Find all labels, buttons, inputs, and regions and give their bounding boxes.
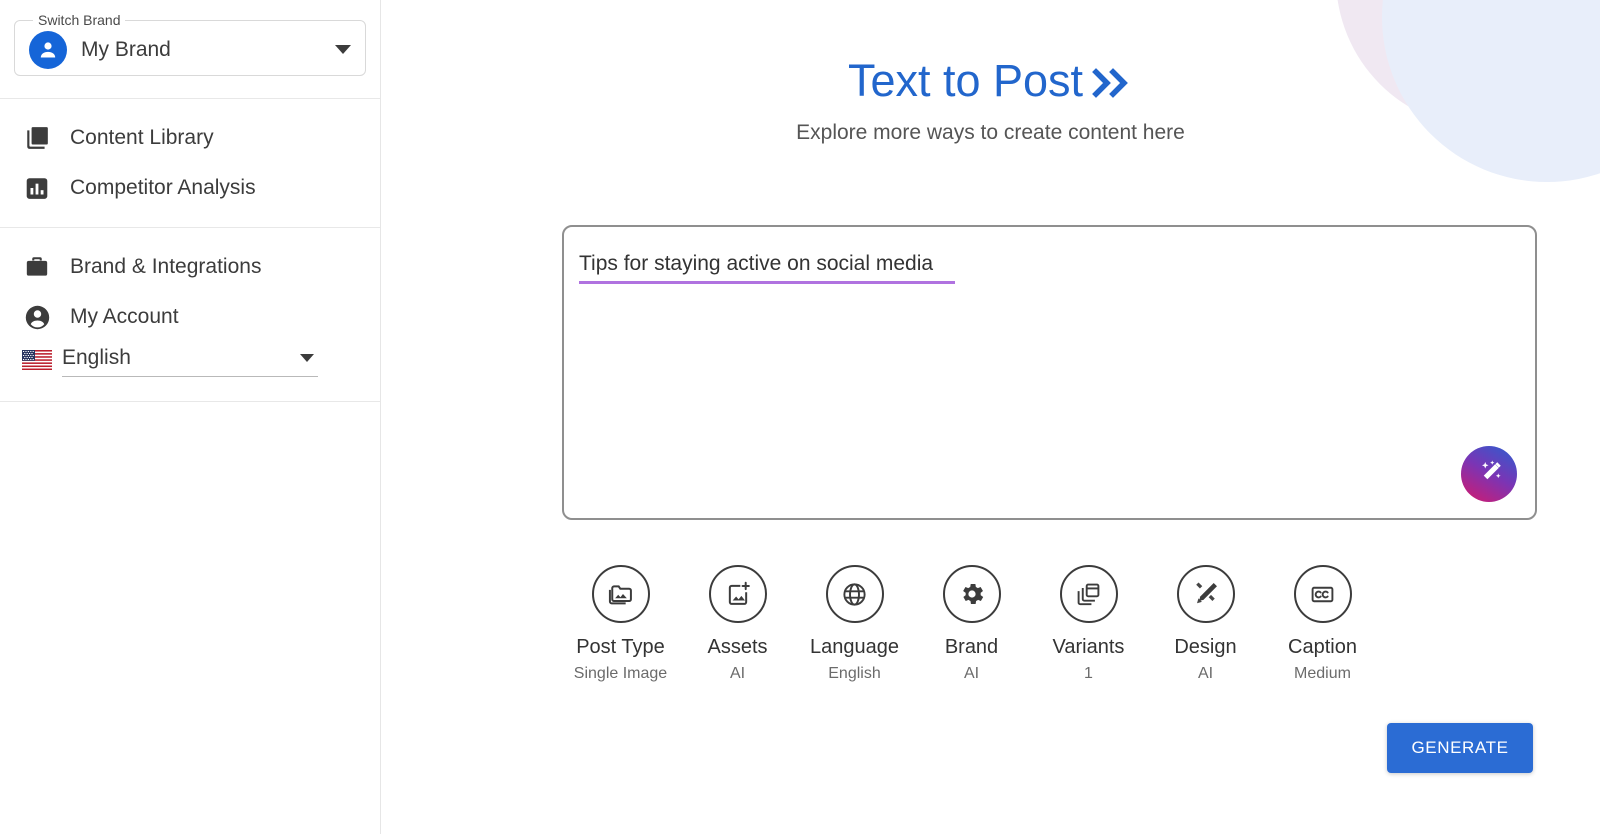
person-icon <box>29 30 67 69</box>
chevron-down-icon[interactable] <box>300 354 314 362</box>
option-value: AI <box>729 665 746 682</box>
brand-switcher-legend: Switch Brand <box>38 12 121 28</box>
add-image-icon[interactable] <box>708 565 767 623</box>
page-title-text: Text to Post <box>847 55 1084 106</box>
page-subtitle: Explore more ways to create content here <box>796 121 1185 144</box>
sidebar-item-competitor-analysis[interactable]: Competitor Analysis <box>0 163 380 213</box>
sidebar-item-label: Competitor Analysis <box>70 176 256 199</box>
option-label: Brand <box>944 636 999 658</box>
account-circle-icon <box>22 302 52 332</box>
generate-button[interactable]: GENERATE <box>1387 723 1533 773</box>
sidebar-divider <box>0 401 380 402</box>
option-value: AI <box>963 665 980 682</box>
language-selector[interactable]: English <box>0 342 380 377</box>
closed-caption-icon[interactable] <box>1293 565 1352 623</box>
sidebar: Switch Brand My Brand Content Library Co… <box>0 0 381 834</box>
option-value: 1 <box>1084 665 1093 682</box>
option-value: Medium <box>1294 665 1351 682</box>
magic-wand-icon <box>1482 460 1501 480</box>
page-title: Text to Post <box>381 58 1600 103</box>
option-post-type[interactable]: Post Type Single Image <box>562 565 679 683</box>
option-value: English <box>828 665 881 682</box>
brand-switcher-value: My Brand <box>81 37 171 61</box>
double-chevron-right-icon <box>1091 66 1133 100</box>
globe-icon[interactable] <box>825 565 884 623</box>
sidebar-item-label: Content Library <box>70 126 214 149</box>
option-value: AI <box>1197 665 1214 682</box>
brand-switcher-box[interactable]: Switch Brand My Brand <box>14 12 366 76</box>
option-assets[interactable]: Assets AI <box>679 565 796 683</box>
magic-wand-button[interactable] <box>1461 446 1517 502</box>
option-language[interactable]: Language English <box>796 565 913 683</box>
option-label: Variants <box>1052 636 1125 658</box>
bar-chart-icon <box>22 173 52 203</box>
option-label: Design <box>1174 636 1237 658</box>
us-flag-icon <box>22 350 52 370</box>
option-value: Single Image <box>573 665 668 682</box>
sidebar-item-my-account[interactable]: My Account <box>0 292 380 342</box>
main-content: Text to Post Explore more ways to create… <box>381 0 1600 834</box>
sidebar-item-content-library[interactable]: Content Library <box>0 113 380 163</box>
option-variants[interactable]: Variants 1 <box>1030 565 1147 683</box>
image-library-icon <box>22 123 52 153</box>
option-label: Caption <box>1288 636 1357 658</box>
folder-image-icon[interactable] <box>591 565 650 623</box>
composer-input-value[interactable]: Tips for staying active on social media <box>579 252 956 284</box>
pencil-ruler-icon[interactable] <box>1176 565 1235 623</box>
option-label: Post Type <box>576 636 665 658</box>
sidebar-group-secondary: Brand & Integrations My Account English <box>0 228 380 391</box>
chevron-down-icon[interactable] <box>335 45 351 54</box>
app-root: Switch Brand My Brand Content Library Co… <box>0 0 1600 834</box>
options-row: Post Type Single Image Assets AI Languag… <box>562 565 1537 683</box>
composer-textarea[interactable]: Tips for staying active on social media <box>562 225 1537 520</box>
gear-icon[interactable] <box>942 565 1001 623</box>
sidebar-item-label: Brand & Integrations <box>70 255 262 278</box>
option-brand[interactable]: Brand AI <box>913 565 1030 683</box>
language-selector-value: English <box>62 346 131 369</box>
option-label: Language <box>810 636 899 658</box>
briefcase-icon <box>22 252 52 282</box>
sidebar-item-brand-integrations[interactable]: Brand & Integrations <box>0 242 380 292</box>
sidebar-group-primary: Content Library Competitor Analysis <box>0 99 380 227</box>
option-caption[interactable]: Caption Medium <box>1264 565 1381 683</box>
option-label: Assets <box>707 636 768 658</box>
option-design[interactable]: Design AI <box>1147 565 1264 683</box>
brand-switcher[interactable]: Switch Brand My Brand <box>0 0 380 76</box>
sidebar-item-label: My Account <box>70 305 179 328</box>
copies-icon[interactable] <box>1059 565 1118 623</box>
